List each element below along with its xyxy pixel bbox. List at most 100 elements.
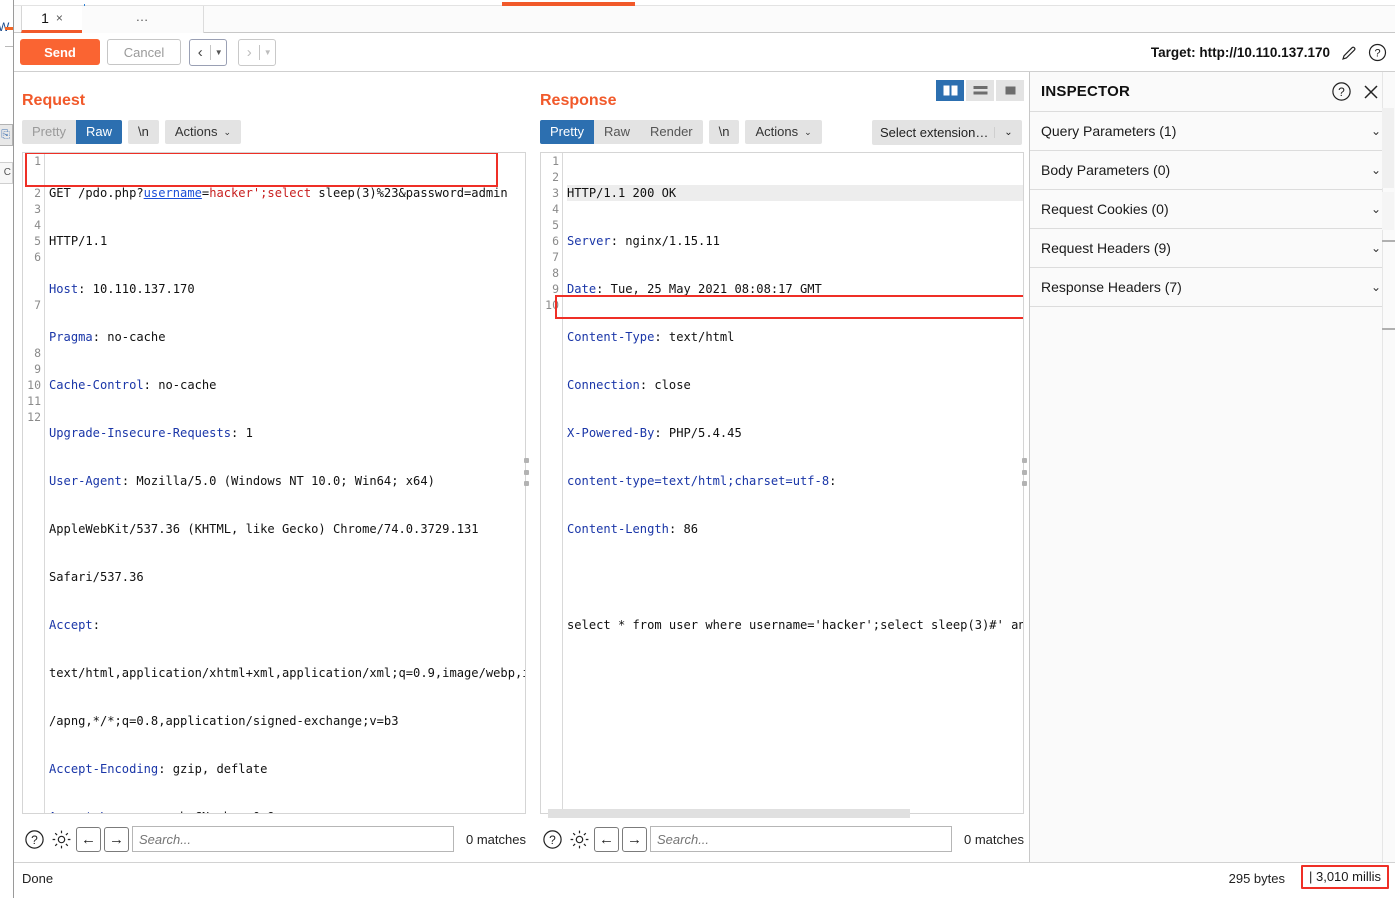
- code-seg: : zh-CN,zh;q=0.9: [158, 810, 275, 813]
- search-next-button[interactable]: →: [622, 826, 647, 852]
- send-button[interactable]: Send: [20, 39, 100, 65]
- response-inspector-splitter[interactable]: [1022, 458, 1027, 486]
- scrollbar-tick: [1382, 328, 1395, 330]
- inspector-section-body-parameters[interactable]: Body Parameters (0) ⌄: [1030, 151, 1395, 190]
- request-actions-button[interactable]: Actions ⌄: [164, 120, 242, 144]
- response-tab-render[interactable]: Render: [640, 120, 703, 144]
- code-seg-header: Connection: [567, 378, 640, 392]
- line-number: 10: [545, 298, 559, 312]
- search-help-icon[interactable]: ?: [22, 827, 46, 851]
- code-line: Accept:: [49, 617, 525, 633]
- forward-nav-group[interactable]: › ▼: [238, 39, 276, 66]
- repeater-tab-1-close-icon[interactable]: ×: [56, 11, 63, 25]
- sliver-rule-1: [5, 46, 13, 47]
- request-editor[interactable]: 1 2 3 4 5 6 7 8 9 10 11 12 GET /pdo.php?…: [22, 152, 526, 814]
- code-seg: : nginx/1.15.11: [610, 234, 720, 248]
- response-actions-label: Actions: [755, 124, 799, 139]
- sliver-icon-button-1[interactable]: ⎘: [0, 124, 13, 146]
- code-line: GET /pdo.php?username=hacker';select sle…: [49, 185, 525, 201]
- scrollbar-tick: [1382, 240, 1395, 242]
- response-gutter: 1 2 3 4 5 6 7 8 9 10: [541, 153, 563, 813]
- search-previous-button[interactable]: ←: [594, 826, 619, 852]
- code-seg-header: content-type=text/html;charset=utf-8: [567, 474, 830, 488]
- search-next-button[interactable]: →: [104, 826, 129, 852]
- search-previous-button[interactable]: ←: [76, 826, 101, 852]
- repeater-tab-1-label: 1: [41, 10, 49, 26]
- code-seg: : text/html: [654, 330, 735, 344]
- request-newline-toggle[interactable]: \n: [127, 120, 159, 144]
- response-editor[interactable]: 1 2 3 4 5 6 7 8 9 10 HTTP/1.1 200 OK Ser…: [540, 152, 1024, 814]
- response-code[interactable]: HTTP/1.1 200 OK Server: nginx/1.15.11 Da…: [564, 153, 1023, 813]
- inspector-section-response-headers[interactable]: Response Headers (7) ⌄: [1030, 268, 1395, 307]
- repeater-tab-overflow[interactable]: …: [82, 6, 204, 33]
- request-search-input[interactable]: [132, 826, 455, 852]
- response-search-input[interactable]: [650, 826, 953, 852]
- code-line: AppleWebKit/537.36 (KHTML, like Gecko) C…: [49, 521, 525, 537]
- svg-text:?: ?: [1374, 48, 1380, 60]
- inspector-scrollbar-thumb[interactable]: [1382, 108, 1394, 188]
- response-tab-raw[interactable]: Raw: [594, 120, 640, 144]
- code-seg-header: X-Powered-By: [567, 426, 655, 440]
- code-seg-header: Accept-Encoding: [49, 762, 159, 776]
- svg-text:?: ?: [549, 832, 556, 846]
- request-response-splitter[interactable]: [524, 458, 529, 486]
- target-label: Target: http://10.110.137.170: [1150, 45, 1330, 60]
- code-line: Content-Length: 86: [567, 521, 1023, 537]
- inspector-section-request-headers[interactable]: Request Headers (9) ⌄: [1030, 229, 1395, 268]
- request-tab-pretty[interactable]: Pretty: [22, 120, 76, 144]
- request-code[interactable]: GET /pdo.php?username=hacker';select sle…: [46, 153, 525, 813]
- line-number: 4: [34, 218, 41, 232]
- code-line: Connection: close: [567, 377, 1023, 393]
- repeater-tab-1[interactable]: 1 ×: [21, 4, 85, 33]
- back-dropdown-icon[interactable]: ▼: [211, 48, 226, 57]
- select-extension-dropdown[interactable]: Select extension… ⌄: [872, 120, 1022, 145]
- single-pane-view-button[interactable]: [996, 80, 1024, 101]
- cancel-button[interactable]: Cancel: [107, 39, 181, 65]
- back-nav-group[interactable]: ‹ ▼: [189, 39, 227, 66]
- burp-repeater-window: W ⎘ C 1 × … Send Cancel ‹ ▼ › ▼ Target:: [0, 0, 1395, 898]
- code-seg-header: Accept-Language: [49, 810, 158, 813]
- code-seg: : Tue, 25 May 2021 08:08:17 GMT: [596, 282, 822, 296]
- forward-dropdown-icon[interactable]: ▼: [260, 48, 275, 57]
- request-view-toggle: Pretty Raw: [22, 120, 122, 144]
- line-number: 4: [552, 202, 559, 216]
- forward-arrow-icon[interactable]: ›: [239, 44, 259, 61]
- code-seg: : 10.110.137.170: [78, 282, 195, 296]
- select-extension-label: Select extension…: [880, 125, 989, 140]
- inspector-panel: INSPECTOR ? Query Parameters (1) ⌄ Body …: [1029, 72, 1395, 862]
- line-number: 5: [552, 218, 559, 232]
- pencil-icon[interactable]: [1340, 44, 1358, 62]
- split-horizontal-view-button[interactable]: [966, 80, 994, 101]
- sliver-icon-button-2[interactable]: C: [0, 162, 13, 184]
- help-icon[interactable]: ?: [1368, 43, 1387, 62]
- code-seg: AppleWebKit/537.36 (KHTML, like Gecko) C…: [49, 522, 479, 536]
- inspector-section-request-cookies[interactable]: Request Cookies (0) ⌄: [1030, 190, 1395, 229]
- request-tab-raw[interactable]: Raw: [75, 120, 122, 144]
- inspector-help-icon[interactable]: ?: [1329, 80, 1353, 104]
- response-actions-button[interactable]: Actions ⌄: [745, 120, 822, 144]
- line-number: 6: [552, 234, 559, 248]
- gear-icon[interactable]: [567, 827, 591, 851]
- inspector-section-query-parameters[interactable]: Query Parameters (1) ⌄: [1030, 112, 1395, 151]
- code-line: Safari/537.36: [49, 569, 525, 585]
- line-number: 11: [27, 394, 41, 408]
- response-horizontal-scrollbar[interactable]: [548, 809, 910, 818]
- code-seg-header: Content-Type: [567, 330, 655, 344]
- code-line: HTTP/1.1: [49, 233, 525, 249]
- gear-icon[interactable]: [49, 827, 73, 851]
- code-seg-param: username: [143, 186, 202, 200]
- search-help-icon[interactable]: ?: [540, 827, 564, 851]
- inspector-close-icon[interactable]: [1359, 80, 1383, 104]
- inspector-scrollbar[interactable]: [1382, 72, 1395, 862]
- response-tab-pretty[interactable]: Pretty: [540, 120, 594, 144]
- code-seg-header: Cache-Control: [49, 378, 144, 392]
- response-newline-toggle[interactable]: \n: [708, 120, 740, 144]
- code-seg: GET /pdo.php?: [49, 186, 144, 200]
- request-pane: Request Pretty Raw \n Actions ⌄ 1 2 3 4 …: [14, 72, 530, 862]
- code-seg: : gzip, deflate: [158, 762, 268, 776]
- back-arrow-icon[interactable]: ‹: [190, 44, 210, 61]
- split-vertical-view-button[interactable]: [936, 80, 964, 101]
- code-line: X-Powered-By: PHP/5.4.45: [567, 425, 1023, 441]
- line-number: 1: [34, 154, 41, 168]
- svg-text:?: ?: [1338, 85, 1345, 99]
